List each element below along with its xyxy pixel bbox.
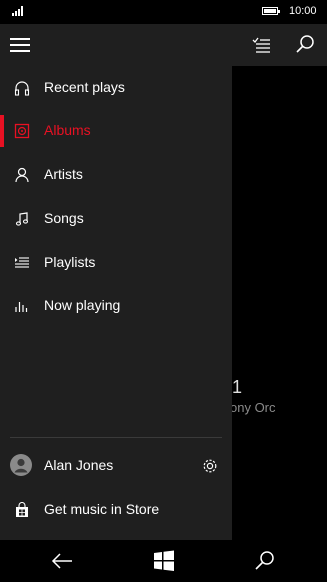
content-background [232, 66, 327, 540]
search-icon[interactable] [294, 34, 316, 56]
store-icon [16, 502, 28, 517]
music-app: 1 ony Orc Recent plays Albums Artists So… [0, 24, 327, 540]
headphones-icon [14, 81, 30, 96]
album-subtitle: ony Orc [230, 400, 276, 415]
nav-item-label: Now playing [44, 297, 121, 313]
nav-item-label: Recent plays [44, 79, 125, 95]
status-bar: 10:00 [0, 0, 327, 24]
hamburger-menu-icon[interactable] [10, 38, 30, 52]
nav-item-label: Artists [44, 166, 83, 182]
signal-icon [12, 6, 25, 16]
status-time: 10:00 [289, 5, 317, 17]
nav-item-songs[interactable]: Songs [0, 197, 232, 241]
selection-indicator [0, 115, 4, 147]
back-icon[interactable] [50, 550, 74, 572]
select-list-icon[interactable] [250, 34, 272, 56]
nav-item-recent-plays[interactable]: Recent plays [0, 66, 232, 110]
avatar [10, 454, 32, 476]
music-note-icon [15, 212, 29, 226]
navigation-pane: Recent plays Albums Artists Songs Playli… [0, 24, 232, 540]
pane-divider [10, 437, 222, 438]
nav-item-albums[interactable]: Albums [0, 109, 232, 153]
battery-icon [262, 7, 280, 15]
user-name: Alan Jones [44, 457, 114, 473]
nav-item-label: Albums [44, 122, 91, 138]
windows-start-icon[interactable] [152, 550, 176, 572]
album-count: 1 [232, 377, 243, 397]
get-music-in-store[interactable]: Get music in Store [0, 488, 232, 532]
person-icon [15, 167, 29, 183]
user-account[interactable]: Alan Jones [0, 444, 232, 488]
system-navigation-bar [0, 540, 327, 582]
nav-item-label: Playlists [44, 254, 96, 270]
nav-item-artists[interactable]: Artists [0, 153, 232, 197]
nav-item-label: Get music in Store [44, 501, 160, 517]
nav-item-playlists[interactable]: Playlists [0, 241, 232, 285]
album-icon [14, 123, 30, 139]
playlist-icon [15, 257, 29, 268]
equalizer-icon [15, 302, 28, 312]
search-icon[interactable] [253, 550, 277, 572]
nav-item-label: Songs [44, 210, 84, 226]
nav-item-now-playing[interactable]: Now playing [0, 284, 232, 328]
gear-icon[interactable] [201, 457, 219, 475]
